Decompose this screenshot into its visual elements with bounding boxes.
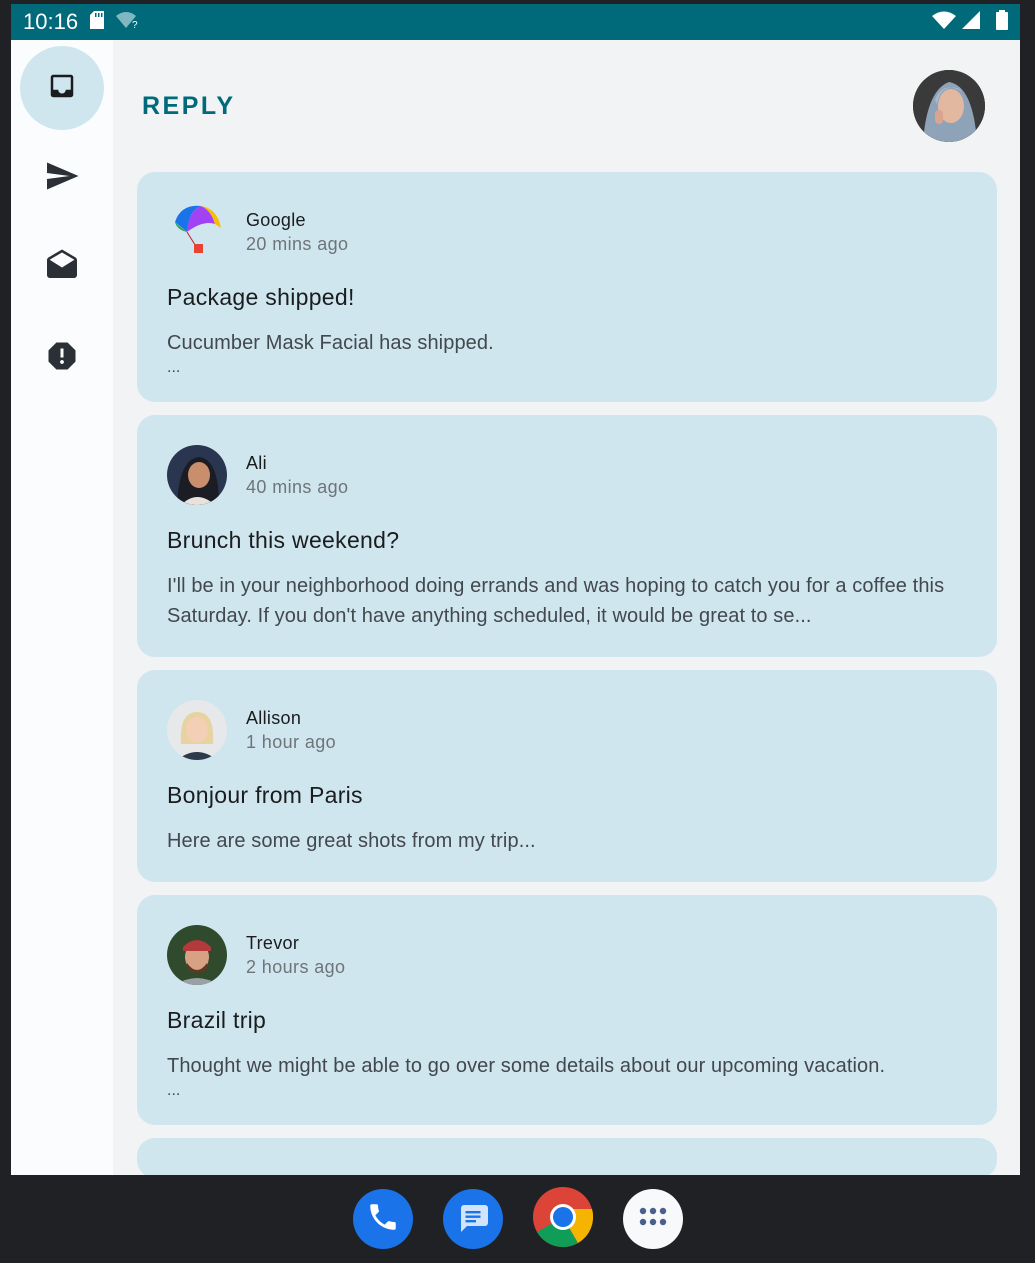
app-drawer-icon [638,1206,668,1233]
email-subject: Bonjour from Paris [167,782,363,808]
messages-app-button[interactable] [442,1189,503,1249]
email-preview: Cucumber Mask Facial has shipped. [167,332,494,354]
email-time: 2 hours ago [246,956,346,977]
email-header: Trevor 2 hours ago [167,925,967,985]
messages-icon [455,1199,491,1240]
email-card[interactable]: Allison 1 hour ago Bonjour from Paris He… [137,670,997,882]
phone-icon [366,1200,400,1239]
taskbar [0,1175,1035,1263]
sender-block: Trevor 2 hours ago [246,931,345,980]
email-preview: I'll be in your neighborhood doing erran… [167,575,945,627]
email-subject: Brazil trip [167,1007,267,1033]
wifi-icon [932,11,956,34]
email-preview-more: ... [167,359,181,376]
app-title: REPLY [142,91,236,120]
inbox-icon [47,71,77,106]
email-preview: Here are some great shots from my trip..… [167,830,536,852]
navigation-rail [11,40,113,1175]
window-edge [1020,4,1035,1175]
sender-block: Allison 1 hour ago [246,706,336,755]
sender-name: Allison [246,707,302,728]
email-list-pane: REPLY Google 20 mins ago Package shipped… [113,40,1020,1175]
sender-name: Ali [246,452,267,473]
email-card[interactable] [137,1138,997,1175]
drafts-icon [44,248,80,289]
rail-item-spam[interactable] [20,316,104,400]
sd-card-icon [90,10,105,34]
signal-icon [962,10,980,34]
email-card[interactable]: Trevor 2 hours ago Brazil trip Thought w… [137,895,997,1125]
sender-block: Google 20 mins ago [246,208,348,257]
rail-item-drafts[interactable] [20,226,104,310]
rail-item-sent[interactable] [20,136,104,220]
email-preview-more: ... [167,1082,181,1099]
sender-block: Ali 40 mins ago [246,451,348,500]
status-bar: 10:16 ? [11,4,1020,40]
email-header: Allison 1 hour ago [167,700,967,760]
google-logo [167,202,227,262]
chrome-app-button[interactable] [532,1186,593,1252]
profile-avatar[interactable] [913,70,985,142]
avatar [167,700,227,760]
email-time: 1 hour ago [246,731,337,752]
svg-text:?: ? [132,20,138,29]
avatar [167,925,227,985]
email-subject: Brunch this weekend? [167,527,400,553]
send-icon [44,158,80,199]
app-drawer-button[interactable] [622,1189,683,1249]
email-header: Google 20 mins ago [167,202,967,262]
battery-icon [996,9,1008,35]
email-time: 20 mins ago [246,233,349,254]
wifi-unknown-icon: ? [116,11,140,34]
email-subject: Package shipped! [167,284,355,310]
rail-item-inbox[interactable] [20,46,104,130]
email-card[interactable]: Google 20 mins ago Package shipped! Cucu… [137,172,997,402]
reply-app: REPLY Google 20 mins ago Package shipped… [11,40,1020,1175]
email-card[interactable]: Ali 40 mins ago Brunch this weekend? I'l… [137,415,997,657]
sender-name: Google [246,209,306,230]
email-preview: Thought we might be able to go over some… [167,1055,886,1077]
email-time: 40 mins ago [246,476,349,497]
phone-app-button[interactable] [352,1189,413,1249]
chrome-icon [532,1186,593,1252]
email-header: Ali 40 mins ago [167,445,967,505]
avatar [167,445,227,505]
status-time: 10:16 [23,9,79,34]
report-icon [44,338,80,379]
top-app-bar: REPLY [137,40,997,172]
sender-name: Trevor [246,932,300,953]
